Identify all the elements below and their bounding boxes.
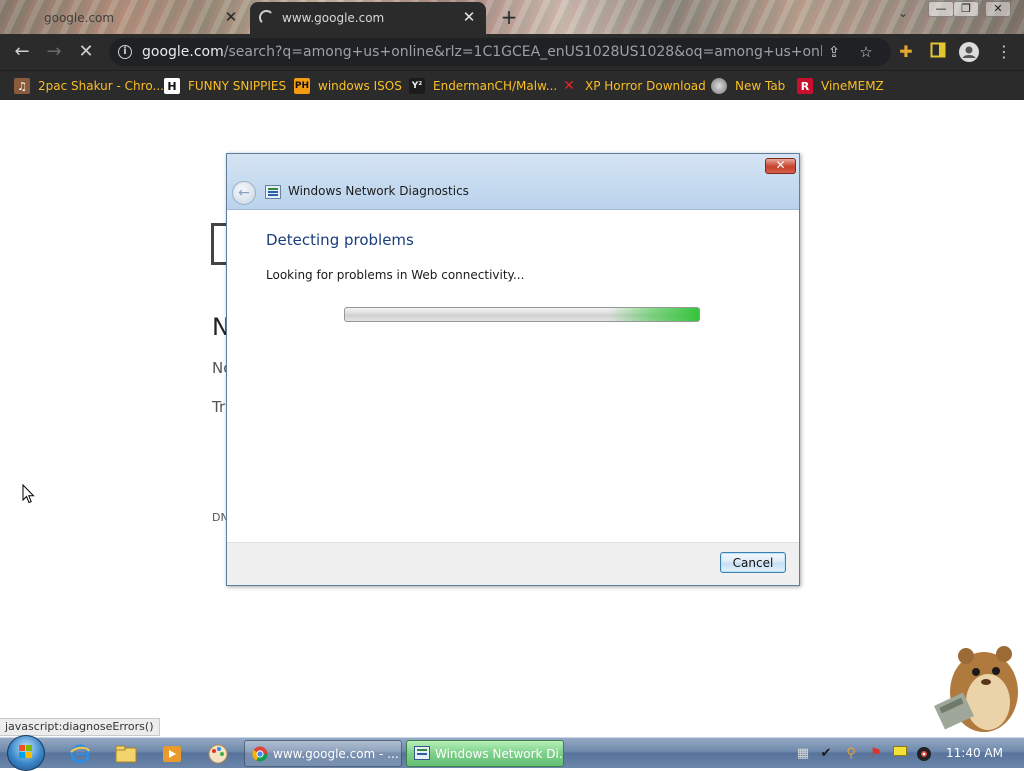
share-icon[interactable]: ⇪ bbox=[825, 43, 843, 61]
ph-bookmark-icon: PH bbox=[294, 78, 310, 94]
chrome-icon bbox=[252, 746, 268, 765]
window-close-button[interactable]: ✕ bbox=[985, 1, 1011, 17]
network-diagnostics-dialog: ✕ ← Windows Network Diagnostics Detectin… bbox=[226, 153, 800, 586]
dialog-header: ✕ ← Windows Network Diagnostics bbox=[227, 154, 799, 210]
site-info-icon[interactable]: i bbox=[118, 45, 132, 59]
windows-flag-icon bbox=[19, 745, 33, 759]
taskbar-chrome-window[interactable]: www.google.com - ... bbox=[244, 740, 402, 767]
network-diagnostics-icon bbox=[265, 185, 281, 199]
tab-close-icon[interactable]: ✕ bbox=[461, 9, 477, 25]
bookmark-endermanch[interactable]: Y² EndermanCH/Malw... bbox=[409, 76, 557, 96]
bookmark-xp-horror[interactable]: ✕ XP Horror Download bbox=[561, 76, 706, 96]
mouse-cursor-icon bbox=[22, 483, 36, 508]
bookmark-label: New Tab bbox=[735, 79, 786, 93]
profile-avatar-icon[interactable] bbox=[959, 42, 979, 62]
browser-tab-bar: google.com ✕ www.google.com ✕ + ⌄ — ❐ ✕ bbox=[0, 0, 1024, 34]
taskbar-diagnostics-window[interactable]: Windows Network Di... bbox=[406, 740, 564, 767]
flag-tray-icon[interactable]: ⚑ bbox=[868, 746, 884, 762]
dialog-footer: Cancel bbox=[227, 542, 799, 585]
tab-search-chevron-icon[interactable]: ⌄ bbox=[898, 6, 908, 20]
back-arrow-icon[interactable]: ← bbox=[232, 181, 256, 205]
bookmark-new-tab[interactable]: New Tab bbox=[711, 76, 785, 96]
pen-tray-icon[interactable]: ✔ bbox=[818, 746, 834, 762]
tab-close-icon[interactable]: ✕ bbox=[223, 9, 239, 25]
browser-toolbar: ← → ✕ i google.com/search?q=among+us+onl… bbox=[0, 34, 1024, 70]
bookmark-windows-isos[interactable]: PH windows ISOS bbox=[294, 76, 402, 96]
bookmark-2pac[interactable]: ♫ 2pac Shakur - Chro... bbox=[14, 76, 164, 96]
paint-icon[interactable] bbox=[200, 741, 236, 767]
forward-arrow-icon[interactable]: → bbox=[41, 39, 67, 65]
bookmark-label: windows ISOS bbox=[318, 79, 402, 93]
bookmarks-bar: ♫ 2pac Shakur - Chro... H FUNNY SNIPPIES… bbox=[0, 70, 1024, 100]
bookmark-label: VineMEMZ bbox=[821, 79, 884, 93]
bookmark-label: FUNNY SNIPPIES bbox=[188, 79, 287, 93]
address-bar[interactable]: i google.com/search?q=among+us+online&rl… bbox=[109, 38, 891, 66]
new-tab-button[interactable]: + bbox=[498, 5, 520, 29]
dialog-title: Windows Network Diagnostics bbox=[288, 184, 469, 198]
bookmark-label: EndermanCH/Malw... bbox=[433, 79, 558, 93]
network-tray-icon[interactable]: ▦ bbox=[795, 746, 811, 762]
extensions-puzzle-icon[interactable]: ✚ bbox=[896, 42, 916, 62]
network-diagnostics-icon bbox=[414, 746, 430, 763]
bookmark-vinememz[interactable]: R VineMEMZ bbox=[797, 76, 884, 96]
hamster-sticker-image bbox=[920, 640, 1024, 742]
window-maximize-button[interactable]: ❐ bbox=[953, 1, 979, 17]
search-tray-icon[interactable]: ⚲ bbox=[843, 746, 859, 762]
taskbar-window-label: Windows Network Di... bbox=[435, 746, 564, 761]
globe-bookmark-icon bbox=[711, 78, 727, 94]
loading-spinner-icon bbox=[259, 10, 274, 25]
music-bookmark-icon: ♫ bbox=[14, 78, 30, 94]
tab-title: www.google.com bbox=[282, 11, 385, 25]
url-host: google.com bbox=[142, 44, 224, 60]
taskbar-window-label: www.google.com - ... bbox=[273, 746, 399, 761]
bookmark-star-icon[interactable]: ☆ bbox=[857, 43, 875, 61]
error-text-fragment: Tr bbox=[212, 398, 226, 416]
display-tray-icon[interactable] bbox=[892, 746, 908, 762]
url-path: /search?q=among+us+online&rlz=1C1GCEA_en… bbox=[223, 44, 822, 60]
tab-google[interactable]: google.com ✕ bbox=[0, 2, 248, 34]
progress-bar bbox=[344, 307, 700, 322]
start-button[interactable] bbox=[7, 735, 45, 771]
dialog-close-button[interactable]: ✕ bbox=[765, 158, 796, 174]
bookmark-funny-snippies[interactable]: H FUNNY SNIPPIES bbox=[164, 76, 286, 96]
link-status-bubble: javascript:diagnoseErrors() bbox=[0, 718, 160, 736]
cancel-button[interactable]: Cancel bbox=[720, 552, 786, 573]
internet-explorer-icon[interactable] bbox=[62, 741, 98, 767]
taskbar-clock: 11:40 AM bbox=[946, 746, 1003, 760]
url-text[interactable]: google.com/search?q=among+us+online&rlz=… bbox=[142, 44, 822, 60]
x-bookmark-icon: ✕ bbox=[563, 78, 575, 94]
tab-www-google[interactable]: www.google.com ✕ bbox=[250, 2, 486, 34]
r-bookmark-icon: R bbox=[797, 78, 813, 94]
window-minimize-button[interactable]: — bbox=[928, 1, 954, 17]
menu-kebab-icon[interactable]: ⋮ bbox=[994, 42, 1014, 62]
yp-bookmark-icon: Y² bbox=[409, 78, 425, 94]
stop-loading-icon[interactable]: ✕ bbox=[73, 39, 99, 65]
tab-title: google.com bbox=[44, 11, 115, 25]
file-explorer-icon[interactable] bbox=[108, 741, 144, 767]
progress-marquee bbox=[609, 308, 699, 321]
side-panel-icon[interactable] bbox=[928, 42, 948, 62]
bookmark-label: 2pac Shakur - Chro... bbox=[38, 79, 164, 93]
dialog-message: Looking for problems in Web connectivity… bbox=[266, 268, 525, 282]
volume-tray-icon[interactable] bbox=[916, 746, 932, 762]
media-player-icon[interactable] bbox=[154, 741, 190, 767]
h-bookmark-icon: H bbox=[164, 78, 180, 94]
bookmark-label: XP Horror Download bbox=[585, 79, 706, 93]
windows-taskbar: www.google.com - ... Windows Network Di.… bbox=[0, 735, 1024, 771]
back-arrow-icon[interactable]: ← bbox=[9, 39, 35, 65]
dialog-heading: Detecting problems bbox=[266, 231, 414, 249]
